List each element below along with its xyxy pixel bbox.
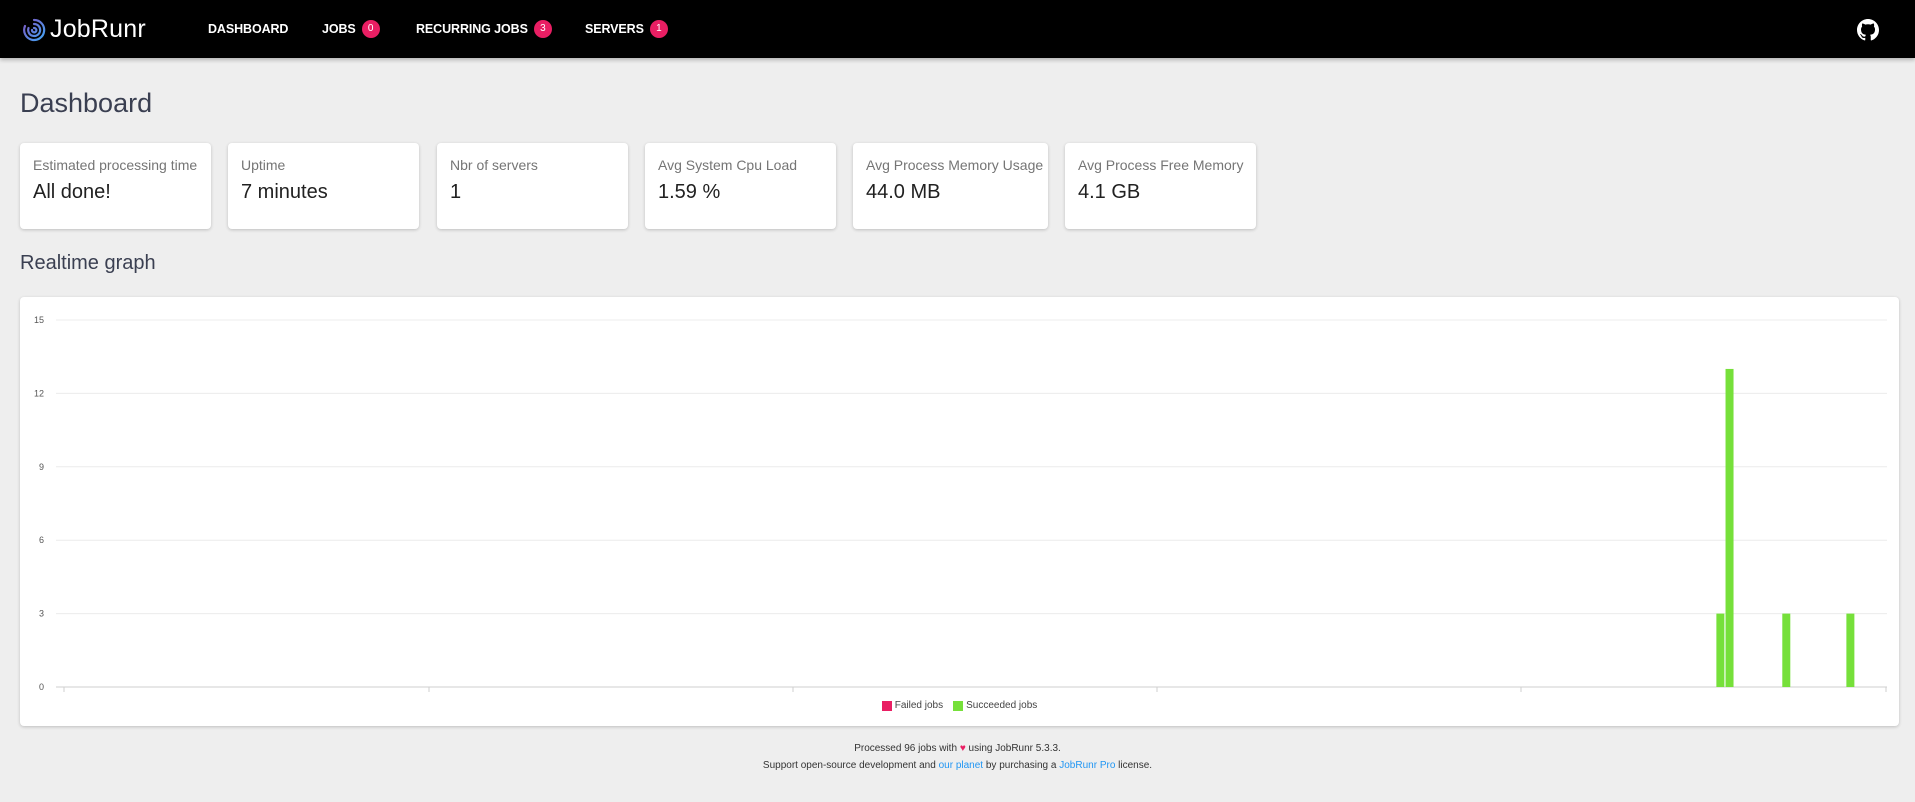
nav-dashboard[interactable]: DASHBOARD xyxy=(208,0,288,58)
stat-value: 7 minutes xyxy=(241,181,328,203)
stat-value: 44.0 MB xyxy=(866,181,941,203)
y-tick-label: 6 xyxy=(39,535,44,545)
legend-item-succeeded[interactable]: Succeeded jobs xyxy=(953,700,1037,711)
nav-recurring-jobs[interactable]: RECURRING JOBS 3 xyxy=(416,0,552,58)
stat-label: Nbr of servers xyxy=(450,157,538,173)
stat-card-processing-time: Estimated processing time All done! xyxy=(20,143,211,229)
stat-card-free-memory: Avg Process Free Memory 4.1 GB xyxy=(1065,143,1256,229)
nav-jobs-label: JOBS xyxy=(322,22,356,36)
succeeded-jobs-bar xyxy=(1782,613,1791,687)
legend-swatch-succeeded xyxy=(953,700,964,711)
y-tick-label: 12 xyxy=(34,388,44,398)
succeeded-jobs-bar xyxy=(1725,368,1734,687)
recurring-jobs-count-badge: 3 xyxy=(533,20,552,38)
nav-jobs[interactable]: JOBS 0 xyxy=(322,0,380,58)
legend-item-failed[interactable]: Failed jobs xyxy=(881,700,944,711)
app-name: JobRunr xyxy=(50,15,146,43)
footer: Processed 96 jobs with ♥ using JobRunr 5… xyxy=(0,740,1915,774)
stat-card-servers: Nbr of servers 1 xyxy=(437,143,628,229)
footer-support-line: Support open-source development and our … xyxy=(0,757,1915,774)
our-planet-link[interactable]: our planet xyxy=(939,760,983,771)
servers-count-badge: 1 xyxy=(649,20,668,38)
jobrunr-logo[interactable]: JobRunr xyxy=(22,15,146,44)
page-title: Dashboard xyxy=(20,88,153,118)
stat-value: 1.59 % xyxy=(658,181,721,203)
nav-servers[interactable]: SERVERS 1 xyxy=(585,0,668,58)
heart-icon: ♥ xyxy=(959,743,966,754)
legend-label-succeeded: Succeeded jobs xyxy=(966,700,1038,711)
stat-card-uptime: Uptime 7 minutes xyxy=(228,143,419,229)
stat-value: All done! xyxy=(33,181,111,203)
nav-servers-label: SERVERS xyxy=(585,22,644,36)
stat-card-memory-usage: Avg Process Memory Usage 44.0 MB xyxy=(853,143,1048,229)
y-tick-label: 0 xyxy=(39,682,44,692)
y-tick-label: 15 xyxy=(34,315,44,325)
jobrunr-pro-link[interactable]: JobRunr Pro xyxy=(1059,760,1115,771)
nav-dashboard-label: DASHBOARD xyxy=(208,22,289,36)
realtime-graph-chart: 0 3 6 9 12 15 xyxy=(34,315,1887,692)
y-tick-label: 3 xyxy=(39,609,44,619)
stat-value: 1 xyxy=(450,181,462,203)
realtime-graph-card: 0 3 6 9 12 15 Failed jobs Succeeded jobs xyxy=(20,297,1899,726)
realtime-graph-title: Realtime graph xyxy=(20,252,156,274)
stat-card-cpu-load: Avg System Cpu Load 1.59 % xyxy=(645,143,836,229)
footer-processed-prefix: Processed 96 jobs with xyxy=(854,743,958,754)
footer-support-suffix: license. xyxy=(1118,760,1153,771)
github-icon[interactable] xyxy=(1857,19,1879,41)
stat-label: Avg Process Free Memory xyxy=(1078,157,1244,173)
succeeded-jobs-bar xyxy=(1716,613,1725,687)
legend-swatch-failed xyxy=(881,700,892,711)
stat-label: Avg Process Memory Usage xyxy=(866,157,1044,173)
footer-processed-line: Processed 96 jobs with ♥ using JobRunr 5… xyxy=(0,740,1915,757)
jobs-count-badge: 0 xyxy=(361,20,380,38)
top-navbar: JobRunr DASHBOARD JOBS 0 RECURRING JOBS … xyxy=(0,0,1915,58)
stat-value: 4.1 GB xyxy=(1078,181,1141,203)
stat-label: Avg System Cpu Load xyxy=(658,157,798,173)
footer-support-prefix: Support open-source development and xyxy=(762,760,936,771)
chart-legend: Failed jobs Succeeded jobs xyxy=(20,700,1899,711)
spiral-logo-icon xyxy=(23,18,46,41)
y-tick-label: 9 xyxy=(39,462,44,472)
footer-support-mid: by purchasing a xyxy=(985,760,1057,771)
stat-label: Estimated processing time xyxy=(33,157,198,173)
stat-label: Uptime xyxy=(241,157,286,173)
nav-recurring-jobs-label: RECURRING JOBS xyxy=(416,22,528,36)
footer-processed-suffix: using JobRunr 5.3.3. xyxy=(968,743,1061,754)
succeeded-jobs-bar xyxy=(1846,613,1855,687)
legend-label-failed: Failed jobs xyxy=(894,700,944,711)
